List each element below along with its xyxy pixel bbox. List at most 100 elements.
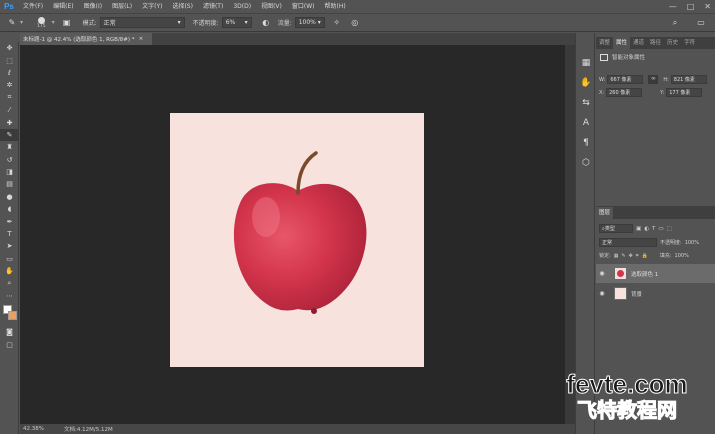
close-window-button[interactable]: ✕ <box>704 2 711 11</box>
rectangle-tool-icon[interactable]: ▭ <box>0 253 19 265</box>
layer-filter-icons[interactable]: ▣◐T▭⬚ <box>636 226 675 232</box>
tab-channels[interactable]: 通道 <box>630 37 647 49</box>
eraser-tool-icon[interactable]: ◨ <box>0 166 19 178</box>
layer-row-background[interactable]: ◉ 背景 <box>596 284 715 303</box>
paragraph-panel-icon[interactable]: ¶ <box>576 133 596 153</box>
histogram-panel-icon[interactable]: ▦ <box>576 53 596 73</box>
tab-character[interactable]: 字符 <box>681 37 698 49</box>
maximize-button[interactable]: □ <box>687 2 695 11</box>
brush-size-value: 175 <box>37 23 46 29</box>
search-icon[interactable]: ⌕ <box>669 17 681 29</box>
brush-preset-picker[interactable]: 175 <box>37 16 46 29</box>
character-panel-icon[interactable]: A <box>576 113 596 133</box>
mode-select[interactable]: 正常 ▾ <box>99 17 185 28</box>
tab-properties[interactable]: 属性 <box>613 37 631 49</box>
path-selection-tool-icon[interactable]: ➤ <box>0 240 19 252</box>
link-icon[interactable]: ∞ <box>648 75 659 84</box>
move-tool-icon[interactable]: ✥ <box>0 42 19 54</box>
layer-filter-kind[interactable]: ⌕ 类型 <box>599 224 633 233</box>
document-canvas[interactable] <box>170 113 424 367</box>
hand-tool-icon[interactable]: ✋ <box>0 265 19 277</box>
vertical-scrollbar[interactable] <box>565 45 575 424</box>
layer-opacity-value[interactable]: 100% <box>685 240 699 246</box>
layer-blend-mode[interactable]: 正常 <box>599 238 657 247</box>
zoom-level[interactable]: 42.38% <box>20 426 64 432</box>
mode-label: 模式: <box>82 20 97 27</box>
watermark-text-cn: 飞特教程网 <box>577 398 678 423</box>
layer-name: 选取颜色 1 <box>631 271 659 278</box>
lock-label: 锁定: <box>599 253 611 259</box>
x-field[interactable]: 260 像素 <box>606 88 643 97</box>
flow-label: 流量: <box>277 20 292 27</box>
gradient-tool-icon[interactable]: ▤ <box>0 178 19 190</box>
dodge-tool-icon[interactable]: ◖ <box>0 203 19 215</box>
screen-mode-icon[interactable]: ▢ <box>0 339 19 351</box>
marquee-tool-icon[interactable]: ⬚ <box>0 54 19 66</box>
menu-select[interactable]: 选择(S) <box>167 0 198 13</box>
layer-filter-kind-label: 类型 <box>604 226 615 232</box>
menu-filter[interactable]: 滤镜(T) <box>198 0 228 13</box>
type-tool-icon[interactable]: T <box>0 228 19 240</box>
brush-tool-icon[interactable]: ✎ <box>0 128 19 142</box>
menu-type[interactable]: 文字(Y) <box>137 0 167 13</box>
visibility-eye-icon[interactable]: ◉ <box>596 290 608 297</box>
opacity-value: 6% <box>225 19 236 26</box>
pressure-size-icon[interactable]: ◎ <box>349 17 361 29</box>
more-tools-icon[interactable]: ⋯ <box>0 290 19 302</box>
y-label: Y: <box>660 89 665 96</box>
brush-tool-icon[interactable]: ✎ <box>6 17 18 29</box>
layer-thumbnail <box>614 287 627 300</box>
menu-image[interactable]: 图像(I) <box>79 0 107 13</box>
airbrush-icon[interactable]: ✧ <box>331 17 343 29</box>
lasso-tool-icon[interactable]: ℓ <box>0 67 19 79</box>
minimize-button[interactable]: — <box>669 2 677 11</box>
clone-stamp-tool-icon[interactable]: ♜ <box>0 141 19 153</box>
brush-panel-icon[interactable]: ▣ <box>61 17 73 29</box>
document-info[interactable]: 文档:4.12M/5.12M <box>64 425 113 433</box>
menu-layer[interactable]: 图层(L) <box>107 0 137 13</box>
healing-brush-tool-icon[interactable]: ✚ <box>0 116 19 128</box>
menu-view[interactable]: 视图(V) <box>256 0 287 13</box>
brush-panel-icon[interactable]: ✋ <box>576 73 596 93</box>
magic-wand-tool-icon[interactable]: ✲ <box>0 79 19 91</box>
adjust-panel-icon[interactable]: ⇆ <box>576 93 596 113</box>
fill-value[interactable]: 100% <box>675 253 689 259</box>
zoom-tool-icon[interactable]: ⌕ <box>0 277 19 289</box>
document-tab[interactable]: 未标题-1 @ 42.4% (选取颜色 1, RGB/8#) * × <box>20 33 152 45</box>
tab-adjustments[interactable]: 调整 <box>596 37 613 49</box>
menu-edit[interactable]: 编辑(E) <box>48 0 78 13</box>
opacity-input[interactable]: 6% ▾ <box>221 17 252 28</box>
color-swatches[interactable] <box>0 302 19 326</box>
pen-tool-icon[interactable]: ✒ <box>0 215 19 227</box>
y-field[interactable]: 177 像素 <box>666 88 703 97</box>
history-brush-tool-icon[interactable]: ↺ <box>0 154 19 166</box>
layer-row-selective-color[interactable]: ◉ 选取颜色 1 <box>596 264 715 283</box>
lock-icons[interactable]: ▦✎✥⌗🔒 <box>614 253 651 259</box>
flow-input[interactable]: 100% ▾ <box>294 17 325 28</box>
width-field[interactable]: 667 像素 <box>607 75 644 84</box>
watermark-text-en: fevte.com <box>566 369 688 399</box>
background-color-swatch[interactable] <box>8 311 17 321</box>
menu-file[interactable]: 文件(F) <box>18 0 48 13</box>
visibility-eye-icon[interactable]: ◉ <box>596 270 608 277</box>
menu-3d[interactable]: 3D(D) <box>228 0 256 13</box>
document-tab-close-button[interactable]: × <box>139 36 144 42</box>
blur-tool-icon[interactable]: ● <box>0 191 19 203</box>
menu-help[interactable]: 帮助(H) <box>320 0 351 13</box>
opacity-label: 不透明度: <box>192 20 219 27</box>
quick-mask-icon[interactable]: ◙ <box>0 326 19 338</box>
tab-layers[interactable]: 图层 <box>596 206 614 219</box>
apple-image <box>233 151 367 314</box>
workspace-icon[interactable]: ▭ <box>695 17 707 29</box>
tab-paths[interactable]: 路径 <box>647 37 664 49</box>
document-tab-title: 未标题-1 @ 42.4% (选取颜色 1, RGB/8#) * <box>23 37 135 43</box>
eyedropper-tool-icon[interactable]: ⁄ <box>0 104 19 116</box>
pressure-opacity-icon[interactable]: ◐ <box>260 17 272 29</box>
height-field[interactable]: 821 像素 <box>670 75 707 84</box>
tab-history[interactable]: 历史 <box>664 37 681 49</box>
menu-window[interactable]: 窗口(W) <box>287 0 320 13</box>
crop-tool-icon[interactable]: ⌗ <box>0 92 19 104</box>
3d-panel-icon[interactable]: ⬡ <box>576 153 596 173</box>
width-label: W: <box>599 76 606 83</box>
fill-label: 填充: <box>659 253 672 259</box>
